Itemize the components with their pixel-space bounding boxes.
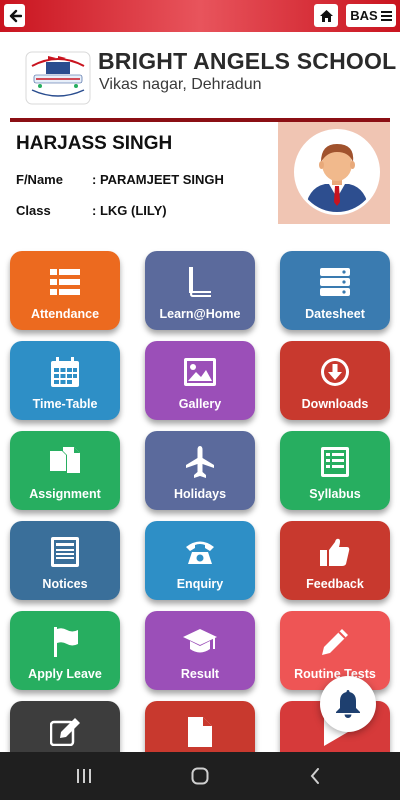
edit-icon — [50, 718, 80, 746]
user-avatar-icon — [297, 132, 377, 212]
home-nav-icon — [191, 767, 209, 785]
plane-icon — [186, 446, 214, 478]
system-navigation-bar — [0, 752, 400, 800]
graduation-cap-icon — [183, 629, 217, 653]
home-icon — [319, 9, 333, 22]
school-logo — [25, 51, 91, 105]
tile-result[interactable]: Result — [145, 611, 255, 690]
school-address: Vikas nagar, Dehradun — [99, 76, 262, 93]
class-label: Class — [16, 203, 51, 218]
list-alt-icon — [321, 447, 349, 477]
tile-label: Holidays — [173, 487, 227, 501]
bell-icon — [336, 690, 360, 718]
student-photo-frame — [278, 122, 390, 224]
tile-label: Datesheet — [305, 307, 365, 321]
student-name: HARJASS SINGH — [16, 133, 173, 154]
class-value: : LKG (LILY) — [92, 203, 167, 218]
tile-time-table[interactable]: Time-Table — [10, 341, 120, 420]
tile-gallery[interactable]: Gallery — [145, 341, 255, 420]
tile-learn-at-home[interactable]: Learn@Home — [145, 251, 255, 330]
file-icon — [188, 717, 212, 747]
top-bar: BAS — [0, 0, 400, 32]
recent-apps-button[interactable] — [54, 752, 114, 800]
tile-assignment[interactable]: Assignment — [10, 431, 120, 510]
student-card: HARJASS SINGH F/Name : PARAMJEET SINGH C… — [10, 122, 390, 224]
phone-icon — [186, 541, 214, 564]
tile-label: Notices — [42, 577, 88, 591]
tile-holidays[interactable]: Holidays — [145, 431, 255, 510]
account-menu-button[interactable]: BAS — [346, 4, 396, 27]
download-icon — [321, 358, 349, 386]
thumbs-up-icon — [320, 538, 350, 566]
tile-feedback[interactable]: Feedback — [280, 521, 390, 600]
student-avatar[interactable] — [294, 129, 380, 215]
server-icon — [320, 268, 350, 296]
list-icon — [50, 269, 80, 295]
tile-label: Enquiry — [176, 577, 224, 591]
menu-icon — [380, 10, 392, 21]
flag-icon — [54, 627, 78, 657]
tile-apply-leave[interactable]: Apply Leave — [10, 611, 120, 690]
school-header: BRIGHT ANGELS SCHOOL Vikas nagar, Dehrad… — [0, 32, 400, 118]
tile-label: Downloads — [301, 397, 369, 411]
tile-label: Attendance — [30, 307, 100, 321]
tile-label: Result — [180, 667, 220, 681]
home-nav-button[interactable] — [170, 752, 230, 800]
home-button[interactable] — [314, 4, 338, 27]
father-name-value: : PARAMJEET SINGH — [92, 172, 224, 187]
tile-label: Assignment — [29, 487, 101, 501]
tile-syllabus[interactable]: Syllabus — [280, 431, 390, 510]
account-label: BAS — [350, 8, 378, 23]
back-nav-icon — [310, 768, 319, 784]
tile-label: Feedback — [306, 577, 364, 591]
tile-label: Gallery — [178, 397, 222, 411]
tile-label: Time-Table — [32, 397, 98, 411]
newspaper-icon — [51, 537, 79, 567]
tile-enquiry[interactable]: Enquiry — [145, 521, 255, 600]
calendar-icon — [51, 357, 79, 387]
arrow-left-icon — [9, 9, 22, 22]
recent-apps-icon — [77, 769, 91, 783]
notifications-button[interactable] — [320, 676, 376, 732]
tile-downloads[interactable]: Downloads — [280, 341, 390, 420]
pencil-icon — [322, 629, 348, 655]
tile-notices[interactable]: Notices — [10, 521, 120, 600]
back-nav-button[interactable] — [285, 752, 345, 800]
image-icon — [184, 358, 216, 386]
school-name: BRIGHT ANGELS SCHOOL — [98, 48, 397, 74]
book-icon — [189, 267, 211, 297]
tile-label: Apply Leave — [28, 667, 102, 681]
tile-label: Syllabus — [309, 487, 361, 501]
back-button[interactable] — [4, 4, 25, 27]
copy-icon — [50, 447, 80, 473]
father-name-label: F/Name — [16, 172, 63, 187]
tile-attendance[interactable]: Attendance — [10, 251, 120, 330]
tile-label: Learn@Home — [159, 307, 241, 321]
tile-datesheet[interactable]: Datesheet — [280, 251, 390, 330]
